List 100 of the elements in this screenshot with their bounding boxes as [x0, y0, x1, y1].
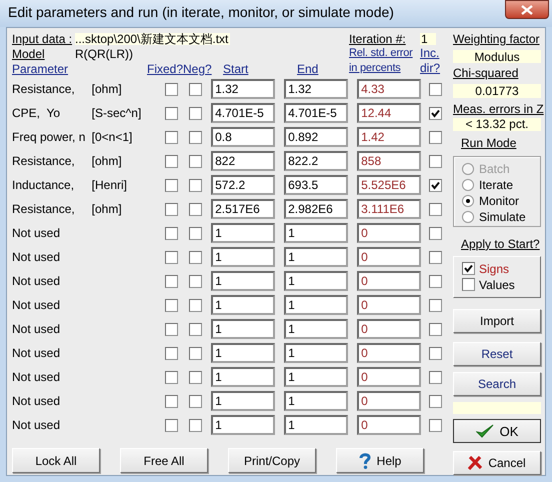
end-field[interactable]: 1	[284, 223, 348, 243]
checkbox[interactable]	[462, 278, 475, 292]
start-field[interactable]: 1	[211, 295, 276, 315]
end-field[interactable]: 1	[284, 295, 348, 315]
checkbox[interactable]	[428, 346, 442, 360]
checkbox[interactable]	[164, 322, 178, 336]
end-field[interactable]: 1	[284, 319, 348, 339]
error-field[interactable]: 0	[357, 247, 422, 267]
button[interactable]: Import	[453, 308, 541, 333]
checkbox[interactable]	[428, 370, 442, 384]
checkbox[interactable]	[188, 154, 202, 168]
checkbox[interactable]	[462, 262, 475, 276]
checkbox[interactable]	[188, 346, 202, 360]
checkbox[interactable]	[164, 106, 178, 120]
start-field[interactable]: 1	[211, 343, 276, 363]
checkbox[interactable]	[428, 226, 442, 240]
end-field[interactable]: 1	[284, 415, 348, 435]
end-field[interactable]: 2.982E6	[284, 199, 348, 219]
start-field[interactable]: 572.2	[211, 175, 276, 195]
checkbox[interactable]	[428, 322, 442, 336]
radio-option[interactable]: Simulate	[462, 209, 540, 226]
help-button[interactable]: Help	[336, 448, 424, 473]
error-field[interactable]: 3.111E6	[357, 199, 422, 219]
start-field[interactable]: 1	[211, 415, 276, 435]
start-field[interactable]: 0.8	[211, 127, 276, 147]
start-field[interactable]: 1	[211, 247, 276, 267]
checkbox[interactable]	[428, 82, 442, 96]
checkbox[interactable]	[188, 370, 202, 384]
checkbox[interactable]	[428, 106, 442, 120]
error-field[interactable]: 0	[357, 271, 422, 291]
checkbox[interactable]	[164, 82, 178, 96]
error-field[interactable]: 0	[357, 415, 422, 435]
end-field[interactable]: 693.5	[284, 175, 348, 195]
checkbox[interactable]	[188, 394, 202, 408]
error-field[interactable]: 1.42	[357, 127, 422, 147]
start-field[interactable]: 1	[211, 223, 276, 243]
start-field[interactable]: 2.517E6	[211, 199, 276, 219]
end-field[interactable]: 1	[284, 391, 348, 411]
error-field[interactable]: 4.33	[357, 79, 422, 99]
checkbox[interactable]	[164, 418, 178, 432]
checkbox[interactable]	[164, 178, 178, 192]
checkbox[interactable]	[428, 274, 442, 288]
checkbox[interactable]	[428, 130, 442, 144]
checkbox[interactable]	[164, 346, 178, 360]
error-field[interactable]: 858	[357, 151, 422, 171]
radio-option[interactable]: Iterate	[462, 177, 540, 194]
end-field[interactable]: 1.32	[284, 79, 348, 99]
checkbox[interactable]	[428, 178, 442, 192]
end-field[interactable]: 1	[284, 271, 348, 291]
end-field[interactable]: 1	[284, 247, 348, 267]
radio-option[interactable]: Monitor	[462, 193, 540, 210]
cancel-button[interactable]: Cancel	[453, 451, 541, 475]
checkbox[interactable]	[428, 154, 442, 168]
checkbox[interactable]	[188, 274, 202, 288]
error-field[interactable]: 0	[357, 223, 422, 243]
close-button[interactable]	[505, 0, 549, 19]
end-field[interactable]: 0.892	[284, 127, 348, 147]
end-field[interactable]: 822.2	[284, 151, 348, 171]
button[interactable]: Reset	[453, 342, 541, 366]
start-field[interactable]: 1	[211, 319, 276, 339]
checkbox[interactable]	[188, 298, 202, 312]
error-field[interactable]: 0	[357, 295, 422, 315]
checkbox[interactable]	[164, 394, 178, 408]
checkbox[interactable]	[188, 178, 202, 192]
checkbox[interactable]	[428, 202, 442, 216]
button[interactable]: Search	[453, 372, 541, 396]
checkbox[interactable]	[164, 130, 178, 144]
end-field[interactable]: 4.701E-5	[284, 103, 348, 123]
checkbox[interactable]	[428, 298, 442, 312]
error-field[interactable]: 12.44	[357, 103, 422, 123]
error-field[interactable]: 0	[357, 319, 422, 339]
checkbox[interactable]	[428, 394, 442, 408]
checkbox[interactable]	[188, 226, 202, 240]
button[interactable]: Print/Copy	[228, 448, 316, 473]
checkbox[interactable]	[164, 370, 178, 384]
checkbox[interactable]	[188, 250, 202, 264]
start-field[interactable]: 1	[211, 367, 276, 387]
button[interactable]: Lock All	[12, 448, 100, 473]
checkbox[interactable]	[188, 202, 202, 216]
checkbox[interactable]	[188, 130, 202, 144]
checkbox[interactable]	[164, 226, 178, 240]
checkbox[interactable]	[428, 250, 442, 264]
error-field[interactable]: 0	[357, 367, 422, 387]
start-field[interactable]: 822	[211, 151, 276, 171]
button[interactable]: Free All	[120, 448, 208, 473]
checkbox[interactable]	[188, 418, 202, 432]
end-field[interactable]: 1	[284, 367, 348, 387]
start-field[interactable]: 1.32	[211, 79, 276, 99]
checkbox[interactable]	[188, 322, 202, 336]
checkbox[interactable]	[164, 202, 178, 216]
start-field[interactable]: 1	[211, 271, 276, 291]
checkbox[interactable]	[164, 274, 178, 288]
checkbox[interactable]	[164, 154, 178, 168]
checkbox[interactable]	[164, 250, 178, 264]
ok-button[interactable]: OK	[453, 419, 541, 444]
start-field[interactable]: 4.701E-5	[211, 103, 276, 123]
error-field[interactable]: 0	[357, 391, 422, 411]
checkbox[interactable]	[188, 106, 202, 120]
error-field[interactable]: 5.525E6	[357, 175, 422, 195]
start-field[interactable]: 1	[211, 391, 276, 411]
